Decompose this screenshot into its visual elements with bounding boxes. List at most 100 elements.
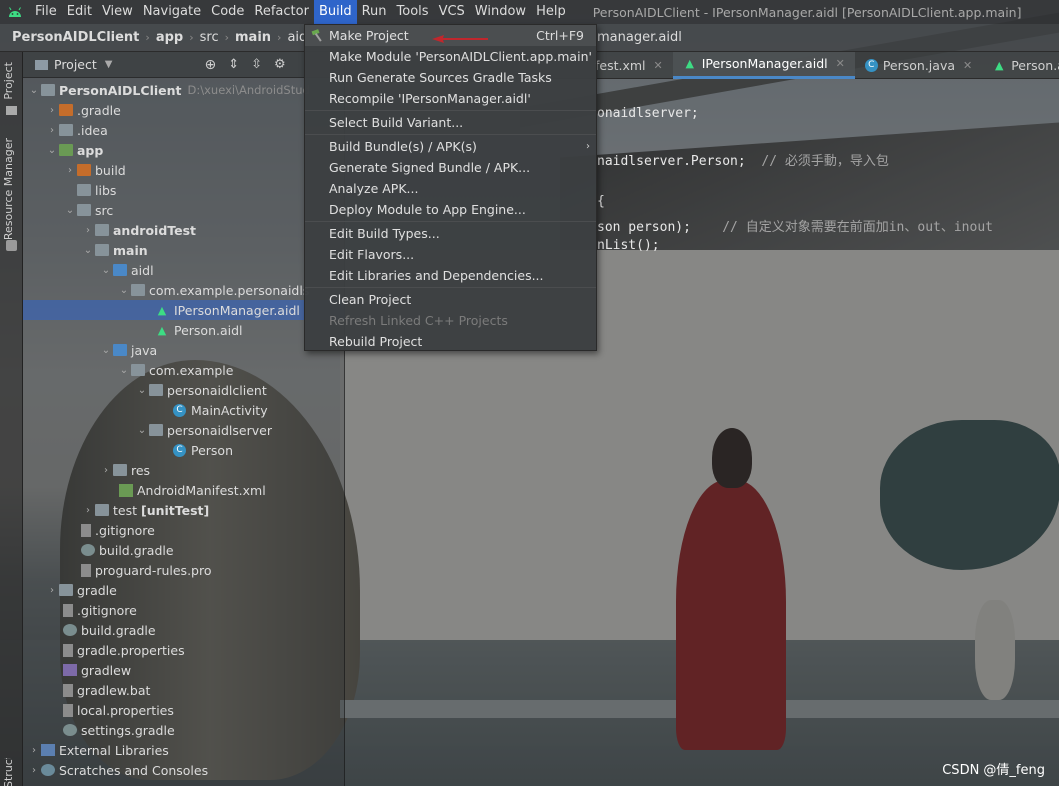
tree-item-main[interactable]: ⌄ main [23,240,345,260]
chevron-right-icon[interactable]: › [99,465,113,476]
code-line[interactable]: { [597,194,605,209]
breadcrumb-src[interactable]: src [200,30,219,45]
menu-run[interactable]: Run [357,0,392,24]
menu-code[interactable]: Code [206,0,249,24]
tree-item-gradle-dir[interactable]: › .gradle [23,100,345,120]
chevron-right-icon[interactable]: › [81,225,95,236]
tree-item-libs[interactable]: libs [23,180,345,200]
tree-item-idea[interactable]: › .idea [23,120,345,140]
tree-item-com-example[interactable]: ⌄ com.example [23,360,345,380]
tree-item-settings-gradle[interactable]: settings.gradle [23,720,345,740]
code-line[interactable]: naidlserver.Person; // 必须手動，导入包 [597,150,889,169]
resource-manager-tab[interactable]: Resource Manager [2,138,15,240]
tree-item-app-build-gradle[interactable]: build.gradle [23,540,345,560]
chevron-right-icon[interactable]: › [45,585,59,596]
chevron-down-icon[interactable]: ⌄ [27,85,41,96]
chevron-right-icon[interactable]: › [81,505,95,516]
tree-item-gradle[interactable]: › gradle [23,580,345,600]
menu-item-rebuild-project[interactable]: Rebuild Project [305,331,596,352]
menu-item-edit-flavors[interactable]: Edit Flavors... [305,244,596,265]
chevron-right-icon[interactable]: › [45,105,59,116]
collapse-all-icon[interactable]: ⇳ [251,57,262,72]
menu-view[interactable]: View [97,0,138,24]
tree-item-aidl[interactable]: ⌄ aidl [23,260,345,280]
close-icon[interactable]: ✕ [963,59,972,72]
breadcrumb-file[interactable]: manager.aidl [597,30,682,45]
tree-item-scratches[interactable]: › Scratches and Consoles [23,760,345,780]
tree-item-personaidlclient[interactable]: ⌄ personaidlclient [23,380,345,400]
tree-item-external-libraries[interactable]: › External Libraries [23,740,345,760]
code-line[interactable]: son person); // 自定义对象需要在前面加in、out、inout [597,216,993,235]
locate-icon[interactable]: ⊕ [204,57,216,73]
tree-item-app-gitignore[interactable]: .gitignore [23,520,345,540]
code-line[interactable]: nList(); [597,238,660,253]
tree-item-gradle-properties[interactable]: gradle.properties [23,640,345,660]
code-line[interactable]: onaidlserver; [597,106,699,121]
menu-item-generate-signed[interactable]: Generate Signed Bundle / APK... [305,157,596,178]
menu-item-edit-build-types[interactable]: Edit Build Types... [305,223,596,244]
chevron-down-icon[interactable]: ⌄ [135,385,149,396]
menu-window[interactable]: Window [470,0,531,24]
tree-item-ipersonmanager-aidl[interactable]: ▲ IPersonManager.aidl [23,300,345,320]
menu-build[interactable]: Build [313,0,357,24]
menu-item-clean-project[interactable]: Clean Project [305,289,596,310]
tab-person-java[interactable]: C Person.java ✕ [855,52,982,79]
menu-item-edit-libraries[interactable]: Edit Libraries and Dependencies... [305,265,596,286]
menu-item-build-bundle-apk[interactable]: Build Bundle(s) / APK(s) › [305,136,596,157]
menu-item-run-generate-sources[interactable]: Run Generate Sources Gradle Tasks [305,67,596,88]
menu-edit[interactable]: Edit [62,0,97,24]
tree-item-personaidlserver[interactable]: ⌄ personaidlserver [23,420,345,440]
close-icon[interactable]: ✕ [654,59,663,72]
tree-item-mainactivity[interactable]: C MainActivity [23,400,345,420]
menu-navigate[interactable]: Navigate [138,0,206,24]
menu-item-recompile[interactable]: Recompile 'IPersonManager.aidl' [305,88,596,109]
tree-item-root[interactable]: ⌄ PersonAIDLClient D:\xuexi\AndroidStud [23,80,345,100]
chevron-right-icon[interactable]: › [63,165,77,176]
chevron-right-icon[interactable]: › [27,765,41,776]
chevron-down-icon[interactable]: ⌄ [99,345,113,356]
menu-item-select-build-variant[interactable]: Select Build Variant... [305,112,596,133]
menu-help[interactable]: Help [531,0,571,24]
tree-item-gradlew[interactable]: gradlew [23,660,345,680]
chevron-down-icon[interactable]: ⌄ [117,365,131,376]
project-view-selector[interactable]: Project [54,57,97,72]
tree-item-androidtest[interactable]: › androidTest [23,220,345,240]
tab-person-aidl[interactable]: ▲Person.aidl✕ [982,52,1059,79]
menu-file[interactable]: File [30,0,62,24]
tree-item-proguard[interactable]: proguard-rules.pro [23,560,345,580]
tree-item-aidl-package[interactable]: ⌄ com.example.personaidls [23,280,345,300]
tree-item-gitignore[interactable]: .gitignore [23,600,345,620]
menu-vcs[interactable]: VCS [434,0,470,24]
menu-refactor[interactable]: Refactor [249,0,314,24]
tree-item-java[interactable]: ⌄ java [23,340,345,360]
breadcrumb-project[interactable]: PersonAIDLClient [12,30,139,45]
chevron-down-icon[interactable]: ⌄ [135,425,149,436]
tree-item-build[interactable]: › build [23,160,345,180]
expand-all-icon[interactable]: ⇕ [228,57,239,72]
chevron-down-icon[interactable]: ⌄ [99,265,113,276]
chevron-down-icon[interactable]: ⌄ [117,285,131,296]
dropdown-arrow-icon[interactable]: ▼ [105,59,113,70]
tree-item-test[interactable]: › test [unitTest] [23,500,345,520]
menu-item-analyze-apk[interactable]: Analyze APK... [305,178,596,199]
tree-item-build-gradle[interactable]: build.gradle [23,620,345,640]
breadcrumb-main[interactable]: main [235,30,271,45]
menu-tools[interactable]: Tools [392,0,434,24]
chevron-down-icon[interactable]: ⌄ [45,145,59,156]
tree-item-app[interactable]: ⌄ app [23,140,345,160]
project-tool-tab[interactable]: Project [2,62,15,100]
chevron-right-icon[interactable]: › [27,745,41,756]
structure-tool-tab[interactable]: Structure [2,758,15,786]
tree-item-manifest[interactable]: AndroidManifest.xml [23,480,345,500]
chevron-down-icon[interactable]: ⌄ [81,245,95,256]
menu-item-make-module[interactable]: Make Module 'PersonAIDLClient.app.main' [305,46,596,67]
tree-item-local-properties[interactable]: local.properties [23,700,345,720]
tree-item-gradlew-bat[interactable]: gradlew.bat [23,680,345,700]
chevron-down-icon[interactable]: ⌄ [63,205,77,216]
tree-item-src[interactable]: ⌄ src [23,200,345,220]
tree-item-person-class[interactable]: C Person [23,440,345,460]
breadcrumb-app[interactable]: app [156,30,183,45]
menu-item-deploy-module[interactable]: Deploy Module to App Engine... [305,199,596,220]
close-icon[interactable]: ✕ [836,57,845,70]
gear-icon[interactable]: ⚙ [274,57,286,72]
